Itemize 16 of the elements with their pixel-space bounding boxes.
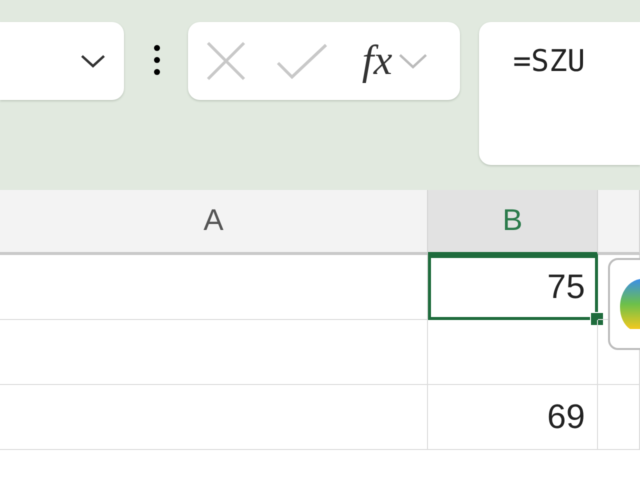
column-header[interactable]: A xyxy=(0,190,428,255)
table-cell xyxy=(598,385,640,450)
column-header[interactable] xyxy=(598,190,640,255)
insert-function-button[interactable]: fx xyxy=(362,37,392,85)
check-icon[interactable] xyxy=(276,43,328,79)
column-header[interactable]: B xyxy=(428,190,598,255)
formula-field[interactable]: =SZU xyxy=(479,22,640,165)
chevron-down-icon[interactable] xyxy=(398,52,428,70)
cancel-icon[interactable] xyxy=(206,41,246,81)
chevron-down-icon xyxy=(80,53,106,69)
copilot-icon xyxy=(620,279,640,329)
table-cell: 69 xyxy=(428,385,598,450)
selected-cell: 75 xyxy=(428,255,598,320)
more-options-icon[interactable] xyxy=(154,44,160,76)
name-box[interactable] xyxy=(0,22,124,100)
fill-handle[interactable] xyxy=(590,312,604,326)
